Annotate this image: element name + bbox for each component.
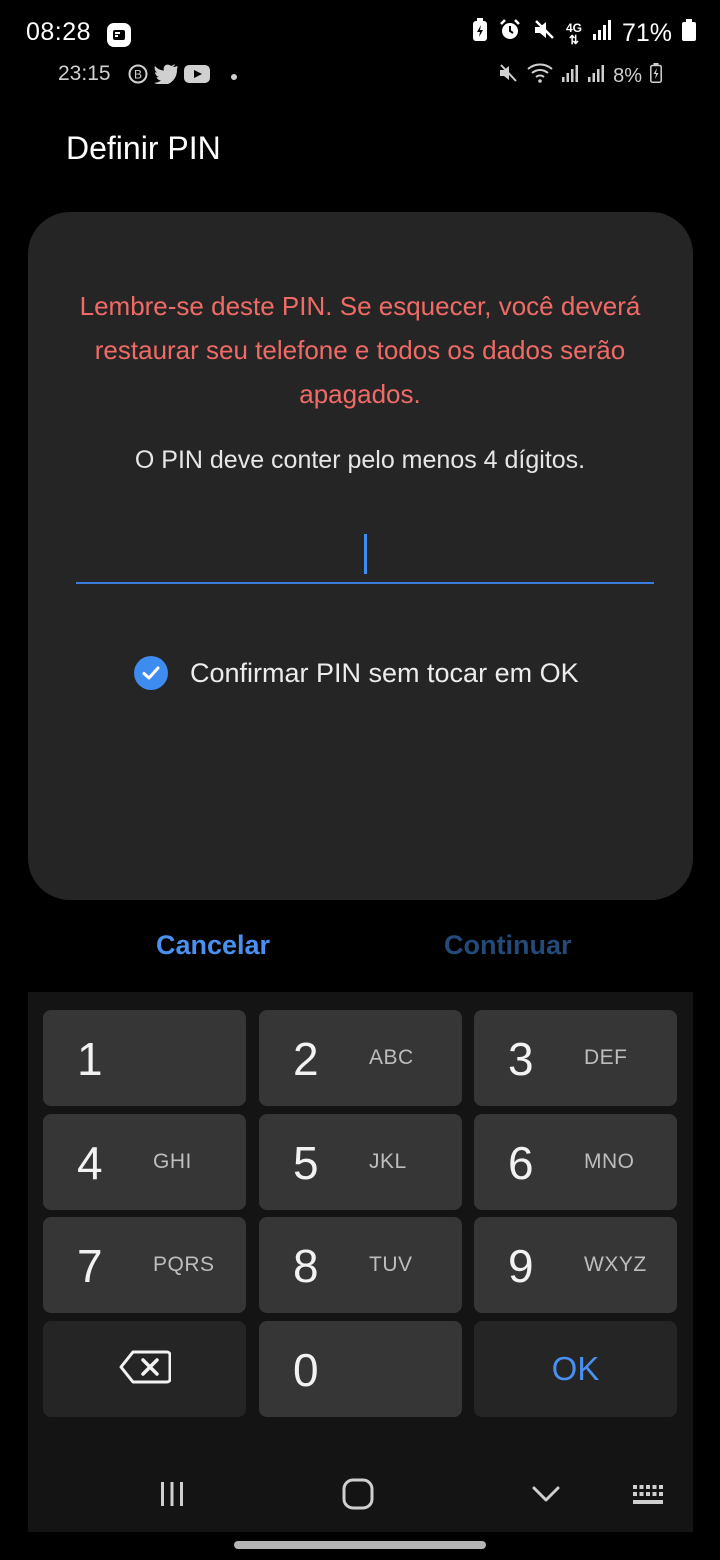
- mute-icon: [532, 18, 556, 49]
- secondary-status-icons: 8%: [497, 62, 662, 90]
- backspace-key[interactable]: [43, 1321, 246, 1417]
- youtube-icon: [184, 65, 210, 88]
- chevron-down-icon[interactable]: [531, 1484, 561, 1509]
- pin-input[interactable]: [76, 526, 654, 584]
- backspace-icon: [119, 1350, 171, 1389]
- key-letters: MNO: [584, 1150, 635, 1173]
- gesture-home-indicator[interactable]: [234, 1541, 486, 1549]
- network-type: 4G: [565, 20, 582, 35]
- secondary-time: 23:15: [58, 62, 111, 85]
- key-letters: PQRS: [153, 1253, 215, 1276]
- more-dot-icon: [230, 68, 238, 86]
- key-8[interactable]: 8 TUV: [259, 1217, 462, 1313]
- key-digit: 2: [293, 1033, 319, 1085]
- text-cursor: [364, 534, 367, 574]
- battery-icon: [682, 19, 696, 48]
- key-digit: 9: [508, 1240, 534, 1292]
- cancel-button[interactable]: Cancelar: [156, 930, 270, 961]
- key-digit: 4: [77, 1137, 103, 1189]
- ok-label: OK: [551, 1350, 600, 1387]
- checkbox-checked-icon[interactable]: [134, 656, 168, 690]
- battery-saver-icon: [472, 18, 488, 49]
- key-digit: 8: [293, 1240, 319, 1292]
- key-3[interactable]: 3 DEF: [474, 1010, 677, 1106]
- continue-button[interactable]: Continuar: [444, 930, 572, 961]
- alarm-icon: [498, 18, 522, 49]
- page-title: Definir PIN: [66, 130, 221, 166]
- status-icons: 4G ⇅ 71%: [472, 18, 696, 49]
- recent-apps-icon[interactable]: [158, 1480, 186, 1513]
- signal-icon: [592, 19, 612, 48]
- key-4[interactable]: 4 GHI: [43, 1114, 246, 1210]
- signal-icon-2: [561, 63, 579, 89]
- key-1[interactable]: 1: [43, 1010, 246, 1106]
- charging-battery-icon: [650, 63, 662, 89]
- key-letters: JKL: [369, 1150, 407, 1173]
- navigation-bar: [28, 1460, 693, 1526]
- key-digit: 7: [77, 1240, 103, 1292]
- key-letters: TUV: [369, 1253, 413, 1276]
- key-digit: 1: [77, 1033, 103, 1085]
- status-time: 08:28: [26, 18, 92, 46]
- pin-requirement-hint: O PIN deve conter pelo menos 4 dígitos.: [134, 446, 586, 474]
- notification-app-icon: [106, 22, 132, 53]
- wifi-icon: [527, 63, 553, 89]
- key-letters: GHI: [153, 1150, 192, 1173]
- key-2[interactable]: 2 ABC: [259, 1010, 462, 1106]
- network-4g-icon: 4G ⇅: [565, 20, 582, 47]
- key-6[interactable]: 6 MNO: [474, 1114, 677, 1210]
- key-0[interactable]: 0: [259, 1321, 462, 1417]
- keyboard-icon[interactable]: [632, 1484, 666, 1511]
- svg-text:B: B: [134, 68, 142, 82]
- confirm-without-ok-checkbox[interactable]: Confirmar PIN sem tocar em OK: [134, 656, 579, 690]
- signal-icon-3: [587, 63, 605, 89]
- key-digit: 0: [293, 1344, 319, 1396]
- home-icon[interactable]: [342, 1478, 374, 1515]
- ok-key[interactable]: OK: [474, 1321, 677, 1417]
- battery-percent: 71%: [621, 19, 672, 47]
- key-letters: DEF: [584, 1046, 628, 1069]
- secondary-battery-percent: 8%: [613, 64, 642, 87]
- warning-message: Lembre-se deste PIN. Se esquecer, você d…: [79, 291, 641, 409]
- key-digit: 3: [508, 1033, 534, 1085]
- key-9[interactable]: 9 WXYZ: [474, 1217, 677, 1313]
- key-7[interactable]: 7 PQRS: [43, 1217, 246, 1313]
- key-digit: 6: [508, 1137, 534, 1189]
- key-5[interactable]: 5 JKL: [259, 1114, 462, 1210]
- twitter-icon: [154, 64, 178, 89]
- key-letters: WXYZ: [584, 1253, 647, 1276]
- key-digit: 5: [293, 1137, 319, 1189]
- key-letters: ABC: [369, 1046, 414, 1069]
- vibrate-off-icon: [497, 62, 519, 90]
- b-circle-icon: B: [128, 64, 148, 89]
- secondary-notification-icons: B: [128, 64, 238, 89]
- confirm-checkbox-label: Confirmar PIN sem tocar em OK: [190, 657, 579, 688]
